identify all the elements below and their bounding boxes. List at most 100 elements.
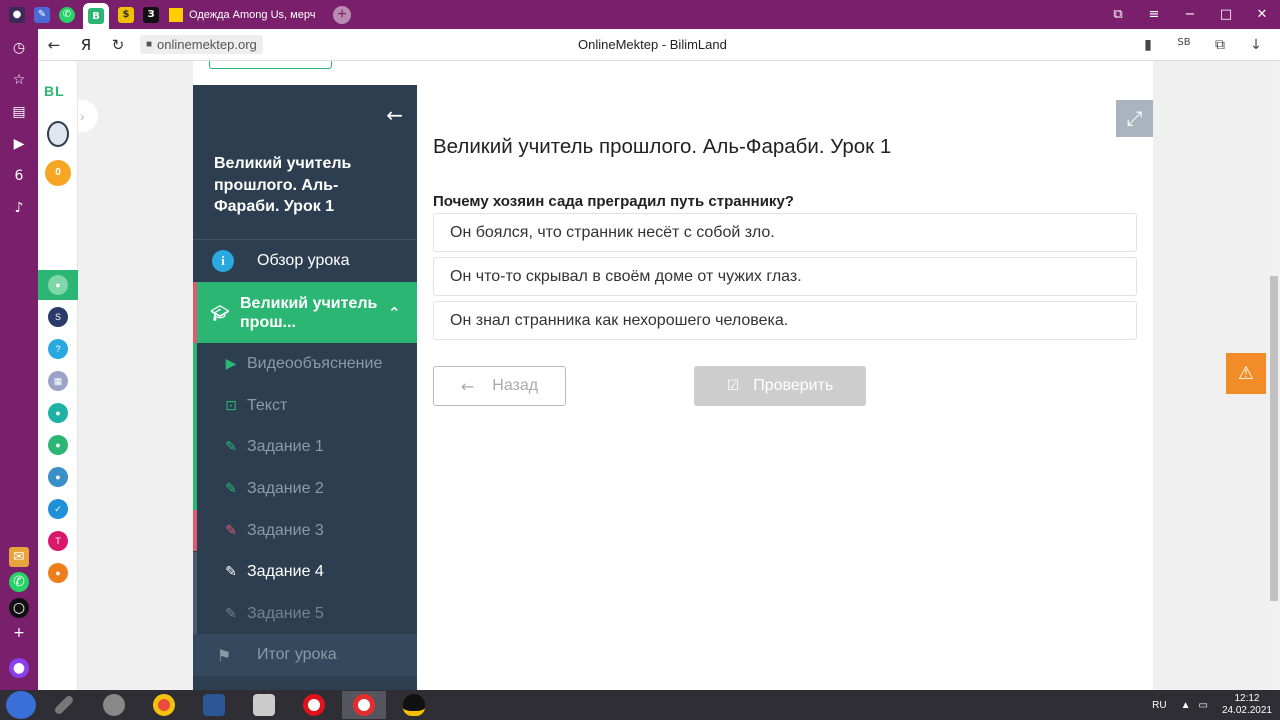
start-button[interactable]: [6, 691, 36, 719]
system-tray: RU ▲ ▭ 12:12 24.02.2021: [1152, 690, 1272, 720]
answer-option[interactable]: Он знал странника как нехорошего человек…: [433, 301, 1137, 340]
report-warning-icon[interactable]: ⚠: [1226, 353, 1266, 394]
app-icon-orange[interactable]: ●: [48, 563, 68, 583]
app-icon-teal[interactable]: ●: [48, 403, 68, 423]
bookmarks-star-icon[interactable]: ☆: [9, 70, 29, 90]
app-icon[interactable]: ○: [9, 598, 29, 618]
bookmark-icon[interactable]: ▮: [1130, 37, 1166, 53]
nav-item-label: Задание 3: [247, 521, 324, 539]
new-tab-button[interactable]: +: [333, 5, 351, 24]
nav-overview-label: Обзор урока: [257, 252, 350, 269]
extensions-icon[interactable]: ⧉: [1202, 37, 1238, 53]
nav-item-label: Текст: [247, 396, 288, 414]
mail-icon[interactable]: ✉: [9, 547, 29, 567]
edit-icon: ✎: [225, 564, 237, 581]
whatsapp-tab-icon[interactable]: ✆: [59, 6, 75, 23]
tray-device-icon[interactable]: ▭: [1198, 700, 1207, 711]
download-icon[interactable]: ↓: [1238, 37, 1274, 53]
edit-icon: ✎: [225, 439, 237, 456]
app-icon-green[interactable]: ●: [48, 275, 68, 295]
nav-active-section[interactable]: 🎓︎ Великий учитель прош... ⌃: [193, 282, 417, 343]
back-button-label: Назад: [492, 377, 539, 394]
nav-item-task-5[interactable]: ✎ Задание 5: [193, 593, 417, 635]
sb-extension-icon[interactable]: SB: [1166, 37, 1202, 53]
bilimland-tab-icon: B: [88, 8, 104, 24]
collections-icon[interactable]: ▤: [9, 102, 29, 122]
taskbar-app-yandex[interactable]: [342, 691, 386, 719]
history-icon[interactable]: ◷: [9, 38, 29, 58]
back-nav-icon[interactable]: ←: [38, 36, 70, 54]
nav-item-task-1[interactable]: ✎ Задание 1: [193, 426, 417, 469]
taskbar-app-penguin[interactable]: [392, 691, 436, 719]
alice-icon[interactable]: ●: [9, 658, 29, 678]
rail-expand-chevron-icon[interactable]: ›: [78, 100, 98, 132]
language-indicator[interactable]: RU: [1152, 700, 1166, 711]
tab-icon-yellow[interactable]: $: [118, 6, 134, 23]
taskbar-app-opera[interactable]: [292, 691, 336, 719]
collapse-arrow-icon[interactable]: ←: [386, 103, 403, 127]
app-icon-smart[interactable]: S: [48, 307, 68, 327]
nav-item-video[interactable]: ▶ Видеообъяснение: [193, 343, 417, 385]
app-icon-grid[interactable]: ▦: [48, 371, 68, 391]
notifications-bell-icon[interactable]: ♪: [9, 198, 29, 218]
app-icon-land[interactable]: ●: [48, 435, 68, 455]
question-text: Почему хозяин сада преградил путь странн…: [433, 193, 794, 210]
yandex-icon[interactable]: Я: [70, 36, 102, 54]
url-field[interactable]: ■ onlinemektep.org: [140, 35, 263, 54]
app-icon-blue[interactable]: ●: [48, 467, 68, 487]
answer-option[interactable]: Он боялся, что странник несёт с собой зл…: [433, 213, 1137, 252]
active-tab[interactable]: B: [83, 3, 109, 29]
nav-summary[interactable]: ⚑ Итог урока: [193, 634, 417, 676]
bilimland-logo[interactable]: BL: [44, 83, 65, 99]
page-scrollbar[interactable]: [1268, 61, 1280, 690]
tabs-overview-icon[interactable]: ⧉: [1100, 7, 1136, 22]
add-panel-icon[interactable]: +: [9, 623, 29, 643]
video-icon[interactable]: ▶: [9, 134, 29, 154]
tab-icon-dark[interactable]: З: [143, 6, 159, 23]
nav-item-label: Видеообъяснение: [247, 354, 383, 372]
tab-count-icon[interactable]: 6: [9, 166, 29, 186]
nav-overview[interactable]: i Обзор урока: [193, 240, 417, 282]
nav-item-task-4[interactable]: ✎ Задание 4: [193, 551, 417, 594]
nav-item-task-2[interactable]: ✎ Задание 2: [193, 468, 417, 510]
taskbar-app-pen[interactable]: [42, 691, 86, 719]
taskbar-app-calculator[interactable]: [242, 691, 286, 719]
nav-item-text[interactable]: ⊡ Текст: [193, 384, 417, 427]
chevron-up-icon[interactable]: ⌃: [388, 304, 401, 322]
coins-badge[interactable]: 0: [45, 160, 71, 186]
lesson-heading: Великий учитель прошлого. Аль-Фараби. Ур…: [433, 135, 892, 158]
menu-icon[interactable]: ≡: [1136, 7, 1172, 22]
back-button[interactable]: ← Назад: [433, 366, 566, 406]
app-icon-twig[interactable]: T: [48, 531, 68, 551]
help-icon[interactable]: ?: [48, 339, 68, 359]
browser-logo-icon[interactable]: ●: [9, 6, 25, 23]
minimize-button[interactable]: −: [1172, 7, 1208, 22]
edit-icon: ✎: [225, 606, 237, 623]
opera-icon: [303, 694, 325, 716]
top-button-edge[interactable]: [209, 61, 332, 69]
taskbar-app-word[interactable]: [192, 691, 236, 719]
taskbar-app-media[interactable]: [92, 691, 136, 719]
pinned-tab-icon[interactable]: ✎: [34, 6, 50, 23]
reload-icon[interactable]: ↻: [102, 36, 134, 54]
lesson-title: Великий учитель прошлого. Аль-Фараби. Ур…: [214, 155, 352, 215]
nav-item-task-3[interactable]: ✎ Задание 3: [193, 509, 417, 552]
close-button[interactable]: ✕: [1244, 7, 1280, 22]
tray-arrow-icon[interactable]: ▲: [1181, 700, 1191, 711]
answer-option[interactable]: Он что-то скрывал в своём доме от чужих …: [433, 257, 1137, 296]
avatar[interactable]: [47, 121, 69, 147]
check-button[interactable]: ☑ Проверить: [694, 366, 866, 406]
taskbar-app-chrome[interactable]: [142, 691, 186, 719]
edit-icon: ✎: [225, 522, 237, 539]
fullscreen-toggle-icon[interactable]: ⤢: [1116, 100, 1153, 137]
tab-among-us[interactable]: Одежда Among Us, мерч: [169, 7, 319, 22]
page-title: OnlineMektep - BilimLand: [578, 37, 727, 52]
nav-item-label: Задание 2: [247, 479, 324, 497]
tab-favicon: [169, 7, 183, 22]
maximize-button[interactable]: □: [1208, 7, 1244, 22]
scrollbar-thumb[interactable]: [1270, 276, 1278, 601]
media-icon: [103, 694, 125, 716]
whatsapp-icon[interactable]: ✆: [9, 572, 29, 592]
clock[interactable]: 12:12 24.02.2021: [1222, 693, 1272, 717]
app-icon-test[interactable]: ✓: [48, 499, 68, 519]
